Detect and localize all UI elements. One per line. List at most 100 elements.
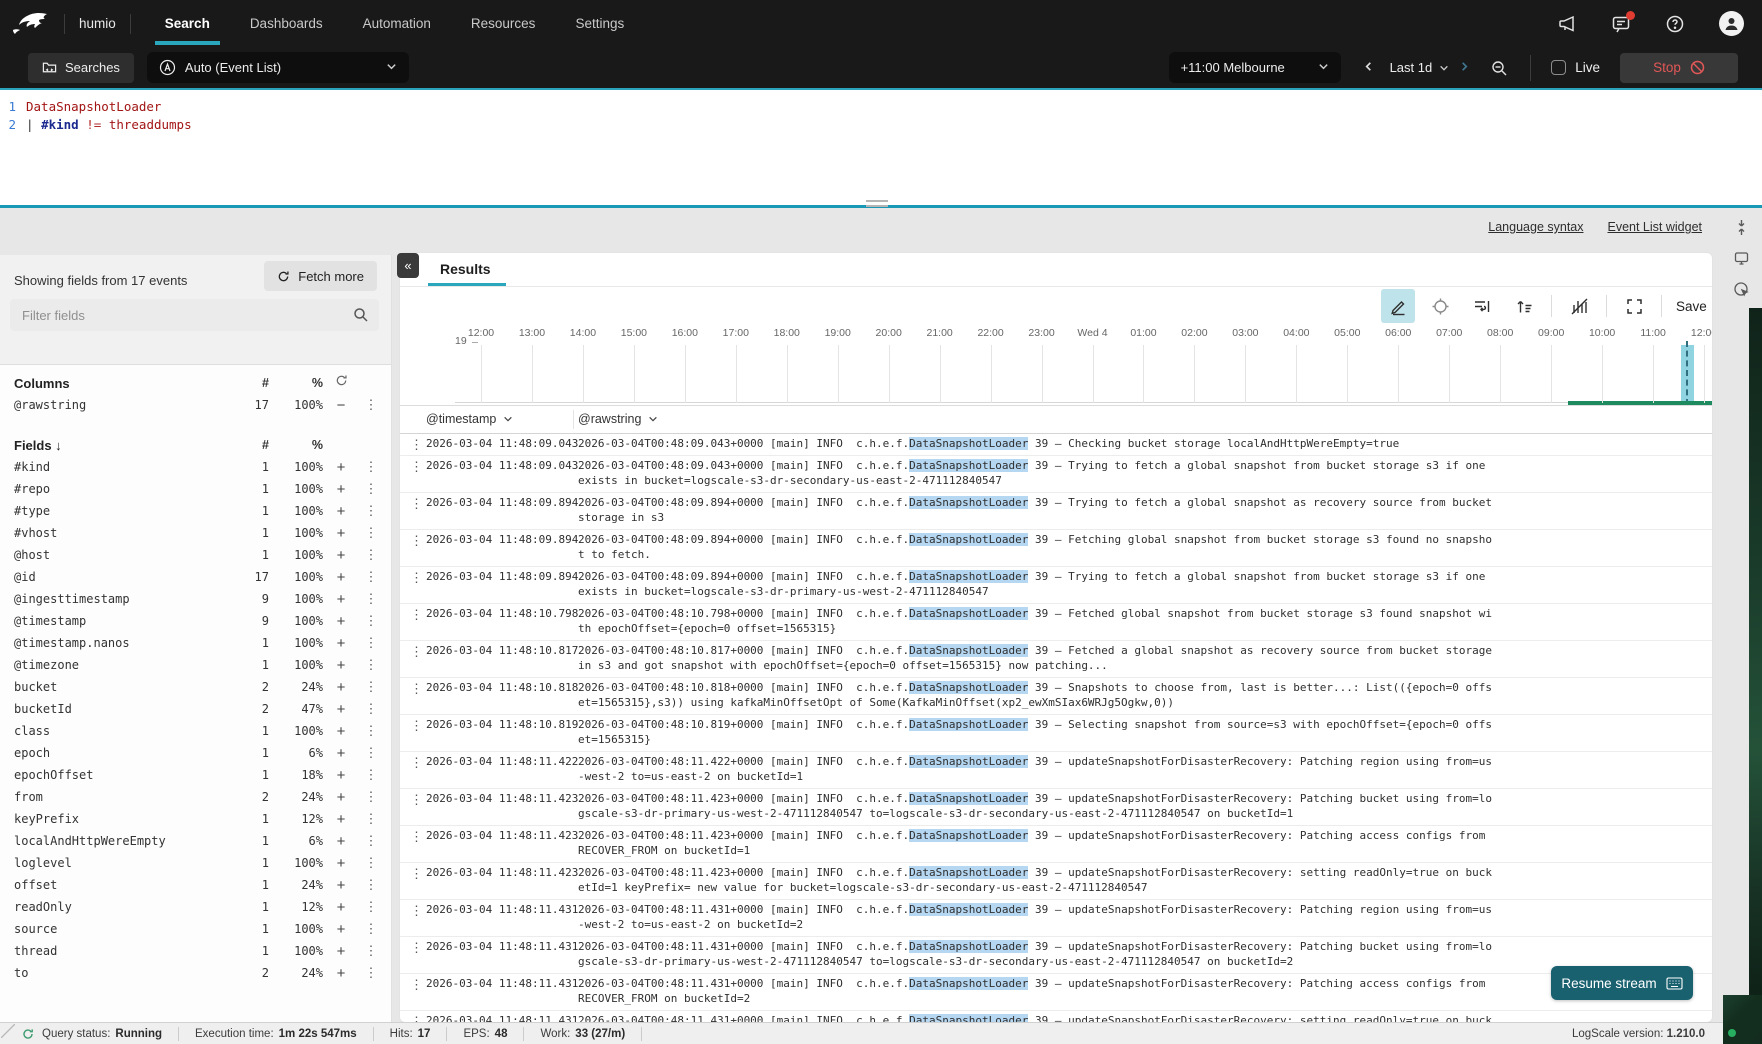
nav-item-resources[interactable]: Resources: [469, 2, 538, 45]
row-menu-icon[interactable]: ⋮: [410, 792, 422, 808]
field-name[interactable]: from: [14, 790, 231, 804]
log-event-row[interactable]: ⋮2026-03-04 11:48:11.4312026-03-04T00:48…: [400, 974, 1712, 1011]
add-column-button[interactable]: +: [323, 746, 359, 761]
add-column-button[interactable]: +: [323, 570, 359, 585]
field-name[interactable]: #kind: [14, 460, 231, 474]
widget-board-icon[interactable]: [1733, 250, 1750, 267]
nav-item-dashboards[interactable]: Dashboards: [248, 2, 325, 45]
field-menu-icon[interactable]: ⋮: [359, 657, 383, 673]
field-name[interactable]: readOnly: [14, 900, 231, 914]
row-menu-icon[interactable]: ⋮: [410, 755, 422, 771]
log-event-row[interactable]: ⋮2026-03-04 11:48:10.8172026-03-04T00:48…: [400, 641, 1712, 678]
log-event-row[interactable]: ⋮2026-03-04 11:48:09.0432026-03-04T00:48…: [400, 434, 1712, 456]
add-column-button[interactable]: +: [323, 614, 359, 629]
row-menu-icon[interactable]: ⋮: [410, 570, 422, 586]
row-menu-icon[interactable]: ⋮: [410, 829, 422, 845]
row-menu-icon[interactable]: ⋮: [410, 866, 422, 882]
fetch-more-button[interactable]: Fetch more: [264, 261, 377, 291]
field-name[interactable]: thread: [14, 944, 231, 958]
field-name[interactable]: @timezone: [14, 658, 231, 672]
field-menu-icon[interactable]: ⋮: [359, 943, 383, 959]
wrap-lines-icon[interactable]: [1465, 289, 1499, 323]
fullscreen-icon[interactable]: [1617, 289, 1651, 323]
annotate-pen-icon[interactable]: [1381, 289, 1415, 323]
field-name[interactable]: epoch: [14, 746, 231, 760]
log-event-row[interactable]: ⋮2026-03-04 11:48:09.8942026-03-04T00:48…: [400, 530, 1712, 567]
collapse-panels-icon[interactable]: [1733, 219, 1750, 236]
log-event-row[interactable]: ⋮2026-03-04 11:48:11.4312026-03-04T00:48…: [400, 1011, 1712, 1023]
field-name[interactable]: to: [14, 966, 231, 980]
crosshair-icon[interactable]: [1423, 289, 1457, 323]
row-menu-icon[interactable]: ⋮: [410, 437, 422, 453]
time-forward-button[interactable]: [1453, 53, 1476, 83]
add-column-button[interactable]: +: [323, 922, 359, 937]
log-event-row[interactable]: ⋮2026-03-04 11:48:11.4222026-03-04T00:48…: [400, 752, 1712, 789]
resize-grip[interactable]: [1, 1024, 15, 1038]
row-menu-icon[interactable]: ⋮: [410, 940, 422, 956]
add-column-button[interactable]: +: [323, 790, 359, 805]
field-menu-icon[interactable]: ⋮: [359, 459, 383, 475]
field-menu-icon[interactable]: ⋮: [359, 833, 383, 849]
interactions-icon[interactable]: [1733, 281, 1750, 298]
row-menu-icon[interactable]: ⋮: [410, 607, 422, 623]
refresh-columns-icon[interactable]: [323, 374, 359, 392]
language-syntax-link[interactable]: Language syntax: [1488, 220, 1583, 234]
sort-icon[interactable]: [1507, 289, 1541, 323]
stop-button[interactable]: Stop: [1620, 53, 1738, 83]
live-checkbox[interactable]: [1551, 60, 1566, 75]
log-event-row[interactable]: ⋮2026-03-04 11:48:11.4232026-03-04T00:48…: [400, 863, 1712, 900]
field-name[interactable]: #repo: [14, 482, 231, 496]
add-column-button[interactable]: +: [323, 460, 359, 475]
event-timeline-chart[interactable]: 19 12:0013:0014:0015:0016:0017:0018:0019…: [455, 327, 1712, 403]
field-menu-icon[interactable]: ⋮: [359, 613, 383, 629]
field-name[interactable]: bucket: [14, 680, 231, 694]
row-menu-icon[interactable]: ⋮: [410, 459, 422, 475]
field-menu-icon[interactable]: ⋮: [359, 789, 383, 805]
field-name[interactable]: #type: [14, 504, 231, 518]
time-back-button[interactable]: [1357, 53, 1380, 83]
nav-item-settings[interactable]: Settings: [573, 2, 626, 45]
add-column-button[interactable]: +: [323, 482, 359, 497]
repo-name[interactable]: humio: [79, 16, 116, 31]
add-column-button[interactable]: +: [323, 526, 359, 541]
log-event-row[interactable]: ⋮2026-03-04 11:48:09.8942026-03-04T00:48…: [400, 493, 1712, 530]
add-column-button[interactable]: +: [323, 548, 359, 563]
histogram-toggle-icon[interactable]: [1562, 289, 1596, 323]
add-column-button[interactable]: +: [323, 856, 359, 871]
column-header-timestamp[interactable]: @timestamp: [426, 412, 513, 426]
field-menu-icon[interactable]: ⋮: [359, 397, 383, 413]
field-name[interactable]: bucketId: [14, 702, 231, 716]
add-column-button[interactable]: +: [323, 636, 359, 651]
log-event-row[interactable]: ⋮2026-03-04 11:48:10.8192026-03-04T00:48…: [400, 715, 1712, 752]
field-menu-icon[interactable]: ⋮: [359, 525, 383, 541]
field-menu-icon[interactable]: ⋮: [359, 591, 383, 607]
field-name[interactable]: offset: [14, 878, 231, 892]
add-column-button[interactable]: +: [323, 724, 359, 739]
field-name[interactable]: epochOffset: [14, 768, 231, 782]
field-menu-icon[interactable]: ⋮: [359, 701, 383, 717]
row-menu-icon[interactable]: ⋮: [410, 718, 422, 734]
field-menu-icon[interactable]: ⋮: [359, 723, 383, 739]
log-event-row[interactable]: ⋮2026-03-04 11:48:10.7982026-03-04T00:48…: [400, 604, 1712, 641]
field-menu-icon[interactable]: ⋮: [359, 965, 383, 981]
field-menu-icon[interactable]: ⋮: [359, 481, 383, 497]
column-header-rawstring[interactable]: @rawstring: [578, 412, 658, 426]
add-column-button[interactable]: +: [323, 966, 359, 981]
help-icon[interactable]: [1665, 14, 1685, 34]
log-event-row[interactable]: ⋮2026-03-04 11:48:11.4312026-03-04T00:48…: [400, 900, 1712, 937]
field-menu-icon[interactable]: ⋮: [359, 921, 383, 937]
zoom-out-time-icon[interactable]: [1490, 59, 1508, 77]
row-menu-icon[interactable]: ⋮: [410, 1014, 422, 1023]
field-menu-icon[interactable]: ⋮: [359, 855, 383, 871]
add-column-button[interactable]: +: [323, 702, 359, 717]
view-selector[interactable]: Auto (Event List): [147, 52, 409, 83]
field-name[interactable]: #vhost: [14, 526, 231, 540]
add-column-button[interactable]: +: [323, 900, 359, 915]
add-column-button[interactable]: +: [323, 592, 359, 607]
user-avatar[interactable]: [1719, 11, 1744, 36]
save-button[interactable]: Save: [1672, 293, 1712, 320]
field-menu-icon[interactable]: ⋮: [359, 635, 383, 651]
field-name[interactable]: @timestamp.nanos: [14, 636, 231, 650]
log-event-row[interactable]: ⋮2026-03-04 11:48:10.8182026-03-04T00:48…: [400, 678, 1712, 715]
row-menu-icon[interactable]: ⋮: [410, 903, 422, 919]
